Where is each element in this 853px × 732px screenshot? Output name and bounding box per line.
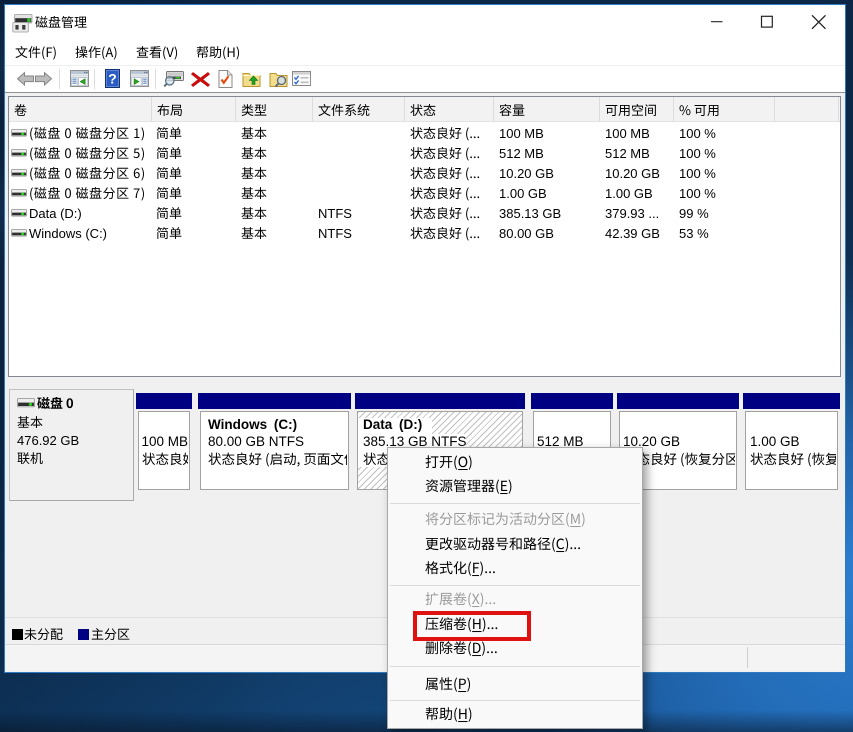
svg-text:?: ? — [108, 71, 117, 87]
